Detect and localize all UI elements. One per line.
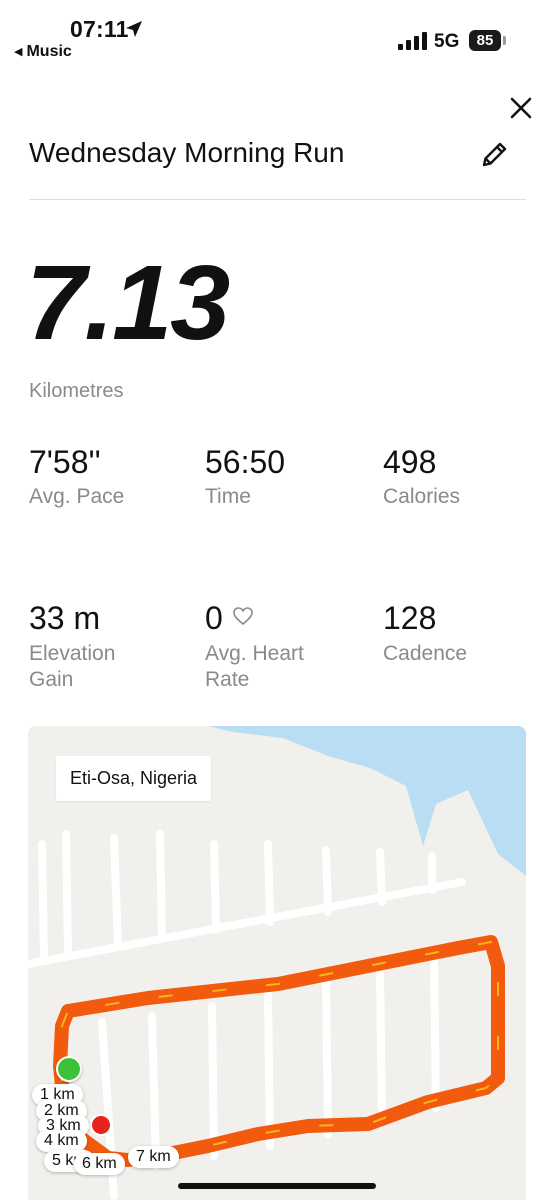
distance-unit: Kilometres (29, 380, 124, 402)
water-body (208, 726, 526, 876)
distance-value: 7.13 (26, 244, 230, 362)
back-app-label: Music (26, 43, 72, 60)
pencil-icon[interactable] (478, 137, 512, 171)
back-triangle-icon: ◀ (14, 46, 23, 58)
heart-rate-label: Avg. Heart Rate (205, 642, 304, 691)
end-marker (90, 1114, 112, 1136)
elevation-gain-value: 33 m (29, 600, 101, 636)
close-icon[interactable] (506, 93, 536, 123)
network-type: 5G (434, 31, 460, 52)
calories-value: 498 (383, 444, 437, 480)
time-label: Time (205, 485, 251, 508)
battery-level: 85 (476, 32, 494, 49)
km-marker[interactable]: 4 km (36, 1130, 87, 1152)
cadence-value: 128 (383, 600, 437, 636)
battery-nub (503, 36, 506, 45)
page-title: Wednesday Morning Run (29, 137, 345, 168)
home-indicator[interactable] (178, 1183, 376, 1189)
battery-icon: 85 (469, 30, 501, 51)
heart-rate-value: 0 (205, 600, 223, 636)
cadence-label: Cadence (383, 642, 468, 665)
location-arrow-icon (126, 21, 142, 37)
cellular-signal-icon (398, 32, 427, 50)
km-marker[interactable]: 7 km (128, 1146, 179, 1168)
start-marker (56, 1056, 82, 1082)
back-to-app-link[interactable]: ◀ Music (14, 43, 72, 61)
status-time: 07:11 (70, 16, 129, 42)
elevation-gain-label: Elevation Gain (29, 642, 116, 691)
time-value: 56:50 (205, 444, 286, 480)
avg-pace-label: Avg. Pace (29, 485, 125, 508)
km-marker[interactable]: 6 km (74, 1153, 125, 1175)
route-map[interactable]: Eti-Osa, Nigeria 1 km 2 km 3 km 4 km 5 k… (28, 726, 526, 1200)
heart-icon (233, 607, 253, 626)
avg-pace-value: 7'58'' (29, 444, 101, 480)
header-divider (29, 199, 526, 200)
location-label: Eti-Osa, Nigeria (56, 756, 212, 801)
calories-label: Calories (383, 485, 461, 508)
